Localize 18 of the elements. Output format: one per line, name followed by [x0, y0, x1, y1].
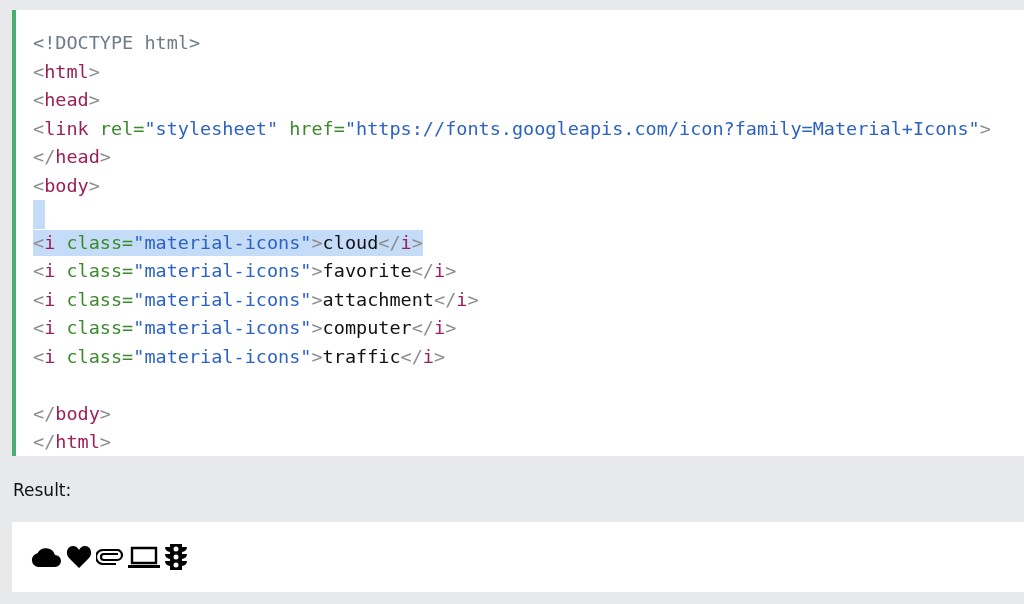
code-line: <head> — [33, 88, 100, 112]
code-line: <i class="material-icons">attachment</i> — [33, 287, 479, 312]
code-line: </body> — [33, 401, 111, 426]
code-line: <!DOCTYPE html> — [33, 31, 201, 55]
code-line: </html> — [33, 430, 111, 454]
cloud-icon — [30, 546, 62, 568]
code-line: <link rel="stylesheet" href="https://fonts.googleapis.com/icon?family=Material+Icons"> — [33, 116, 991, 141]
paperclip-icon — [96, 549, 124, 565]
code-line: <i class="material-icons">traffic</i> — [33, 344, 446, 369]
laptop-icon — [128, 546, 160, 568]
code-line: <i class="material-icons">computer</i> — [33, 316, 457, 340]
code-line: <html> — [33, 59, 100, 84]
result-label: Result: — [13, 480, 72, 500]
code-line: </head> — [33, 145, 111, 169]
heart-icon — [66, 545, 92, 569]
code-line: <body> — [33, 173, 100, 198]
traffic-light-icon — [164, 543, 188, 571]
code-line: <i class="material-icons">favorite</i> — [33, 259, 457, 283]
